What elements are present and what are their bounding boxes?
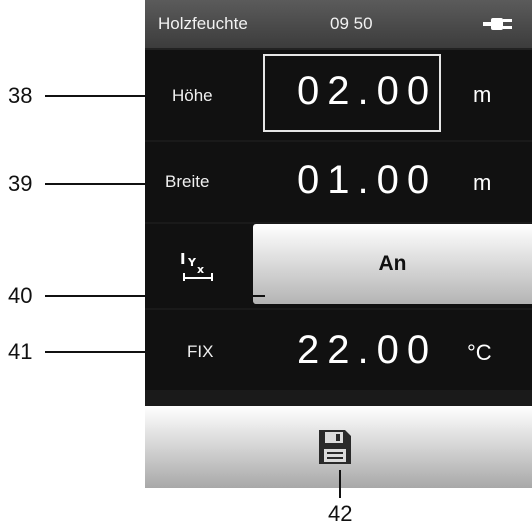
app-title: Holzfeuchte xyxy=(158,14,248,33)
fix-unit: °C xyxy=(467,340,492,365)
callout-41: 41 xyxy=(8,339,33,364)
fix-value[interactable]: 22.00 xyxy=(297,328,437,373)
height-row: Höhe 02.00 m xyxy=(145,50,532,140)
svg-text:I: I xyxy=(180,250,186,268)
fix-row: FIX 22.00 °C xyxy=(145,310,532,390)
floppy-disk-icon xyxy=(319,430,351,464)
svg-text:x: x xyxy=(197,263,204,276)
svg-text:Y: Y xyxy=(187,256,197,269)
height-value: 02.00 xyxy=(297,69,438,113)
width-unit: m xyxy=(473,170,492,195)
callout-38: 38 xyxy=(8,83,33,108)
callout-42-line xyxy=(339,470,341,498)
callout-39-line xyxy=(45,183,165,185)
width-row: Breite 01.00 m xyxy=(145,142,532,222)
status-bar: Holzfeuchte 09 50 xyxy=(145,0,532,50)
plug-icon xyxy=(483,18,512,30)
clock: 09 50 xyxy=(330,14,373,33)
callout-39: 39 xyxy=(8,171,33,196)
callout-38-line xyxy=(45,95,171,97)
height-value-field[interactable]: 02.00 xyxy=(263,54,441,132)
callout-40: 40 xyxy=(8,283,33,308)
on-button[interactable]: An xyxy=(253,224,532,304)
fix-label: FIX xyxy=(187,342,214,361)
height-label: Höhe xyxy=(172,86,213,105)
width-label: Breite xyxy=(165,172,210,191)
width-value[interactable]: 01.00 xyxy=(297,158,437,203)
callout-40-line xyxy=(45,295,265,297)
callout-42: 42 xyxy=(328,501,353,526)
dimension-unit-icon: I Y x xyxy=(180,250,213,281)
height-unit: m xyxy=(473,82,492,107)
device-screen: Holzfeuchte 09 50 Höhe 02.00 m Breite 01… xyxy=(145,0,532,488)
callout-41-line xyxy=(45,351,171,353)
